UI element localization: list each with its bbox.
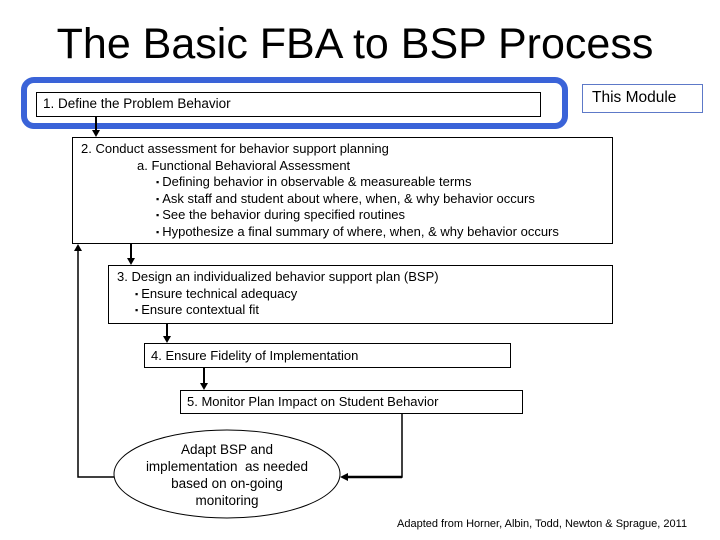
bullet-text: Ensure contextual fit: [141, 302, 259, 318]
step-5-box: 5. Monitor Plan Impact on Student Behavi…: [180, 390, 523, 414]
bullet-text: Hypothesize a final summary of where, wh…: [162, 223, 559, 239]
step-2-bullet: ▪ Ask staff and student about where, when…: [81, 191, 612, 208]
arrowhead-step4: [163, 336, 171, 343]
bullet-icon: ▪: [156, 226, 160, 237]
adapt-line: monitoring: [195, 493, 259, 508]
bullet-icon: ▪: [156, 177, 160, 188]
step-5-label: 5. Monitor Plan Impact on Student Behavi…: [187, 394, 439, 409]
bullet-icon: ▪: [156, 193, 160, 204]
bullet-icon: ▪: [135, 305, 139, 316]
bullet-text: See the behavior during specified routin…: [162, 207, 406, 223]
arrowhead-feedback: [74, 244, 82, 251]
step-3-bullet: ▪ Ensure technical adequacy: [117, 286, 612, 303]
arrowhead-step2: [92, 130, 100, 137]
this-module-text: This Module: [592, 89, 677, 106]
step-3-label: 3. Design an individualized behavior sup…: [117, 269, 439, 284]
arrowhead-step3: [127, 258, 135, 265]
step-1-label: 1. Define the Problem Behavior: [43, 96, 231, 111]
step-2-bullet: ▪ Defining behavior in observable & measu…: [81, 174, 612, 191]
source-credit: Adapted from Horner, Albin, Todd, Newton…: [397, 518, 688, 530]
this-module-label: This Module: [582, 84, 703, 113]
step-2-box: 2. Conduct assessment for behavior suppo…: [72, 137, 613, 244]
step-3-bullet: ▪ Ensure contextual fit: [117, 302, 612, 319]
arrowhead-step5: [200, 383, 208, 390]
bullet-icon: ▪: [156, 210, 160, 221]
step-1-box: 1. Define the Problem Behavior: [36, 92, 541, 117]
bullet-text: Ensure technical adequacy: [141, 285, 298, 301]
arrowhead-adapt: [340, 473, 348, 481]
bullet-text: Defining behavior in observable & measur…: [162, 174, 472, 190]
step-3-box: 3. Design an individualized behavior sup…: [108, 265, 613, 324]
step-4-box: 4. Ensure Fidelity of Implementation: [144, 343, 511, 368]
step-2-sub-label: a. Functional Behavioral Assessment: [137, 157, 351, 173]
adapt-line: based on on-going: [171, 476, 283, 491]
step-2-bullet: ▪ See the behavior during specified routi…: [81, 207, 612, 224]
adapt-line: implementation as needed: [145, 459, 309, 474]
bullet-text: Ask staff and student about where, when,…: [162, 190, 535, 206]
bullet-icon: ▪: [135, 288, 139, 299]
connector-step5-to-adapt: [346, 414, 403, 478]
step-4-label: 4. Ensure Fidelity of Implementation: [151, 348, 359, 363]
adapt-node-text: Adapt BSP and implementation as needed b…: [124, 441, 330, 509]
step-2-label: 2. Conduct assessment for behavior suppo…: [81, 141, 389, 156]
step-2-bullet: ▪ Hypothesize a final summary of where, w…: [81, 224, 612, 241]
adapt-line: Adapt BSP and: [180, 442, 274, 457]
